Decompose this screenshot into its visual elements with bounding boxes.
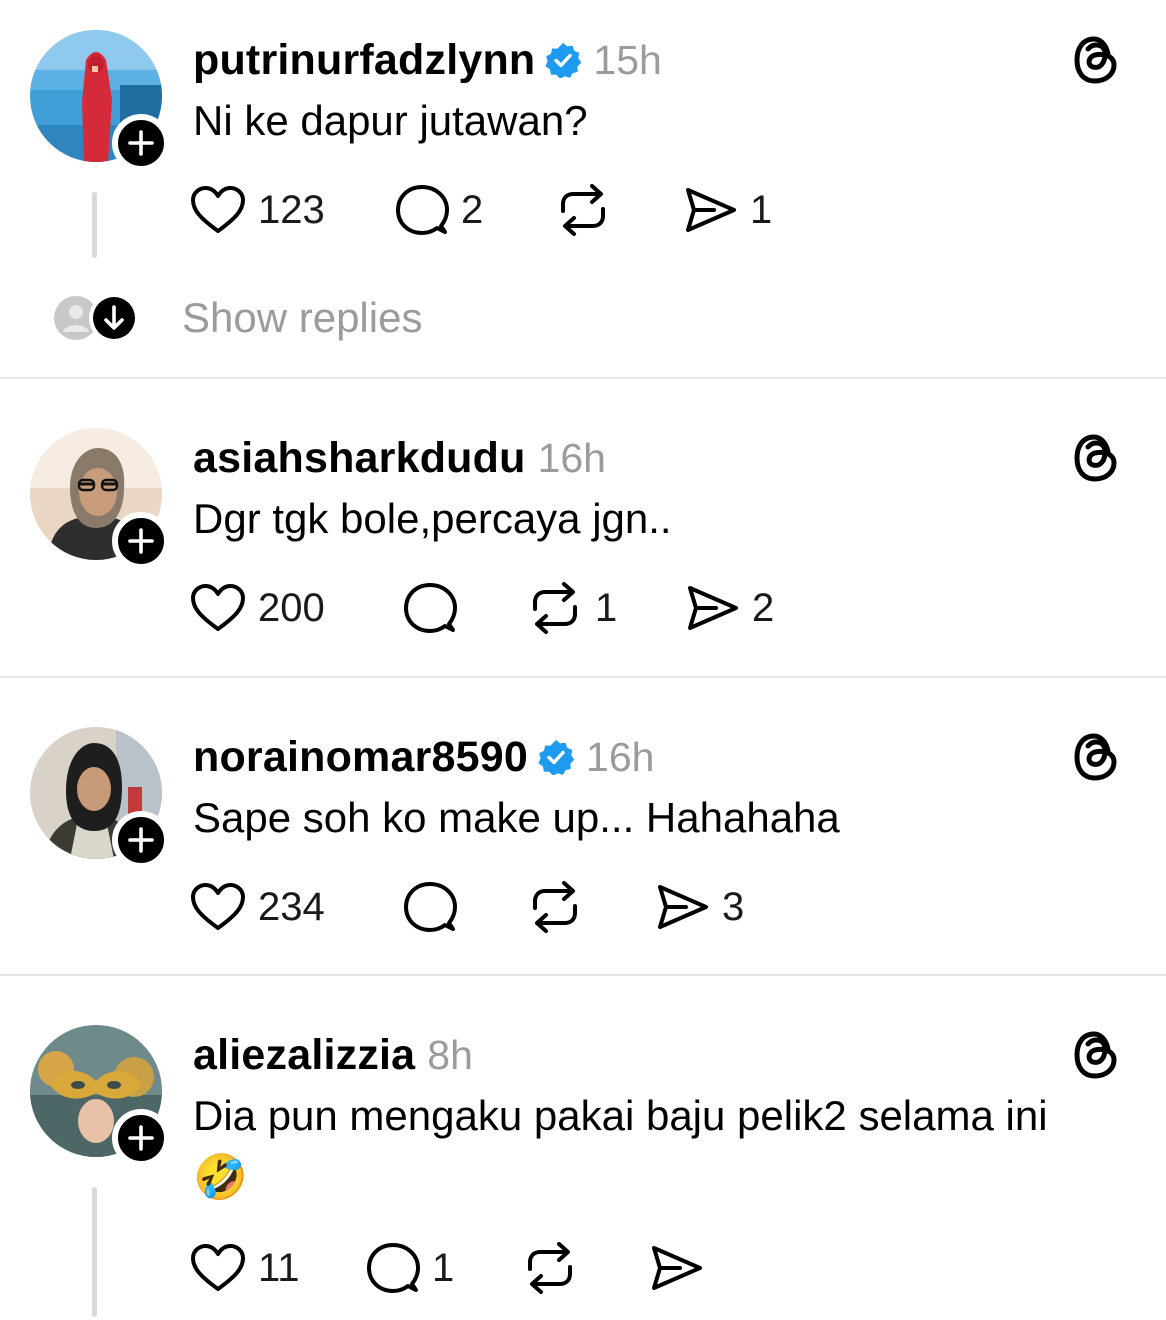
thread-line	[92, 192, 97, 258]
repost-icon	[528, 1242, 572, 1294]
username[interactable]: putrinurfadzlynn	[193, 36, 535, 85]
verified-badge-icon	[545, 42, 582, 78]
thread-line	[92, 1187, 97, 1317]
plus-icon	[128, 130, 154, 156]
comment-icon	[396, 185, 449, 235]
share-icon	[688, 586, 738, 630]
laughing-emoji: 🤣	[193, 1153, 248, 1202]
post-header: norainomar8590 16h	[193, 727, 654, 787]
username[interactable]: asiahsharkdudu	[193, 434, 526, 483]
divider	[0, 974, 1166, 976]
reply-button[interactable]	[403, 578, 469, 638]
share-count: 1	[750, 187, 773, 232]
verified-badge-icon	[538, 739, 575, 775]
reply-button[interactable]	[403, 877, 469, 937]
share-button[interactable]	[650, 1238, 716, 1298]
post-text: Dgr tgk bole,percaya jgn..	[193, 495, 672, 542]
follow-button[interactable]	[112, 1109, 170, 1167]
heart-icon	[191, 584, 245, 631]
divider	[0, 377, 1166, 379]
like-count: 11	[258, 1245, 300, 1290]
heart-icon	[191, 1244, 245, 1291]
share-button[interactable]: 3	[656, 877, 744, 937]
repost-icon	[533, 582, 577, 634]
plus-icon	[128, 528, 154, 554]
repost-button[interactable]: 1	[527, 578, 617, 638]
share-count: 3	[722, 884, 745, 929]
post-card: norainomar8590 16h Sape soh ko make up..…	[0, 727, 1166, 957]
like-button[interactable]: 234	[190, 877, 325, 937]
post-card: aliezalizzia 8h Dia pun mengaku pakai ba…	[0, 1025, 1166, 1320]
comment-icon	[404, 583, 457, 633]
post-header: putrinurfadzlynn 15h	[193, 30, 662, 90]
threads-logo-icon[interactable]	[1072, 432, 1120, 484]
threads-logo-icon[interactable]	[1072, 1029, 1120, 1081]
reply-button[interactable]: 2	[395, 180, 483, 240]
plus-icon	[128, 827, 154, 853]
like-button[interactable]: 11	[190, 1238, 300, 1298]
timestamp: 15h	[593, 36, 662, 83]
comment-icon	[367, 1243, 420, 1293]
like-count: 234	[258, 884, 325, 929]
like-count: 200	[258, 585, 325, 630]
like-count: 123	[258, 187, 325, 232]
timestamp: 16h	[586, 733, 655, 780]
reply-count: 1	[432, 1245, 455, 1290]
post-text: Ni ke dapur jutawan?	[193, 97, 588, 144]
show-replies-button[interactable]: Show replies	[50, 288, 422, 348]
share-button[interactable]: 2	[686, 578, 774, 638]
repost-button[interactable]	[527, 877, 595, 937]
heart-icon	[191, 883, 245, 930]
post-card: asiahsharkdudu 16h Dgr tgk bole,percaya …	[0, 428, 1166, 658]
threads-logo-icon[interactable]	[1072, 34, 1120, 86]
username[interactable]: norainomar8590	[193, 733, 528, 782]
post-header: aliezalizzia 8h	[193, 1025, 473, 1085]
share-button[interactable]: 1	[684, 180, 772, 240]
share-count: 2	[752, 585, 775, 630]
reply-count: 2	[461, 187, 484, 232]
follow-button[interactable]	[112, 811, 170, 869]
share-icon	[686, 188, 736, 232]
repost-button[interactable]	[555, 180, 623, 240]
post-text: Sape soh ko make up... Hahahaha	[193, 794, 840, 841]
comment-icon	[404, 882, 457, 932]
repost-icon	[533, 881, 577, 933]
reply-avatars	[50, 292, 142, 344]
reply-button[interactable]: 1	[366, 1238, 454, 1298]
threads-logo-icon[interactable]	[1072, 731, 1120, 783]
post-text-content: Dia pun mengaku pakai baju pelik2 selama…	[193, 1092, 1048, 1139]
show-replies-label: Show replies	[182, 294, 423, 341]
plus-icon	[128, 1125, 154, 1151]
repost-button[interactable]	[522, 1238, 590, 1298]
divider	[0, 676, 1166, 678]
repost-count: 1	[595, 585, 618, 630]
post-text: Dia pun mengaku pakai baju pelik2 selama…	[193, 1085, 1133, 1209]
share-icon	[658, 885, 708, 929]
like-button[interactable]: 123	[190, 180, 325, 240]
post-header: asiahsharkdudu 16h	[193, 428, 606, 488]
follow-button[interactable]	[112, 512, 170, 570]
timestamp: 8h	[427, 1031, 473, 1078]
timestamp: 16h	[537, 434, 606, 481]
share-icon	[652, 1246, 702, 1290]
like-button[interactable]: 200	[190, 578, 325, 638]
heart-icon	[191, 186, 245, 233]
username[interactable]: aliezalizzia	[193, 1031, 415, 1080]
follow-button[interactable]	[112, 114, 170, 172]
repost-icon	[561, 184, 605, 236]
